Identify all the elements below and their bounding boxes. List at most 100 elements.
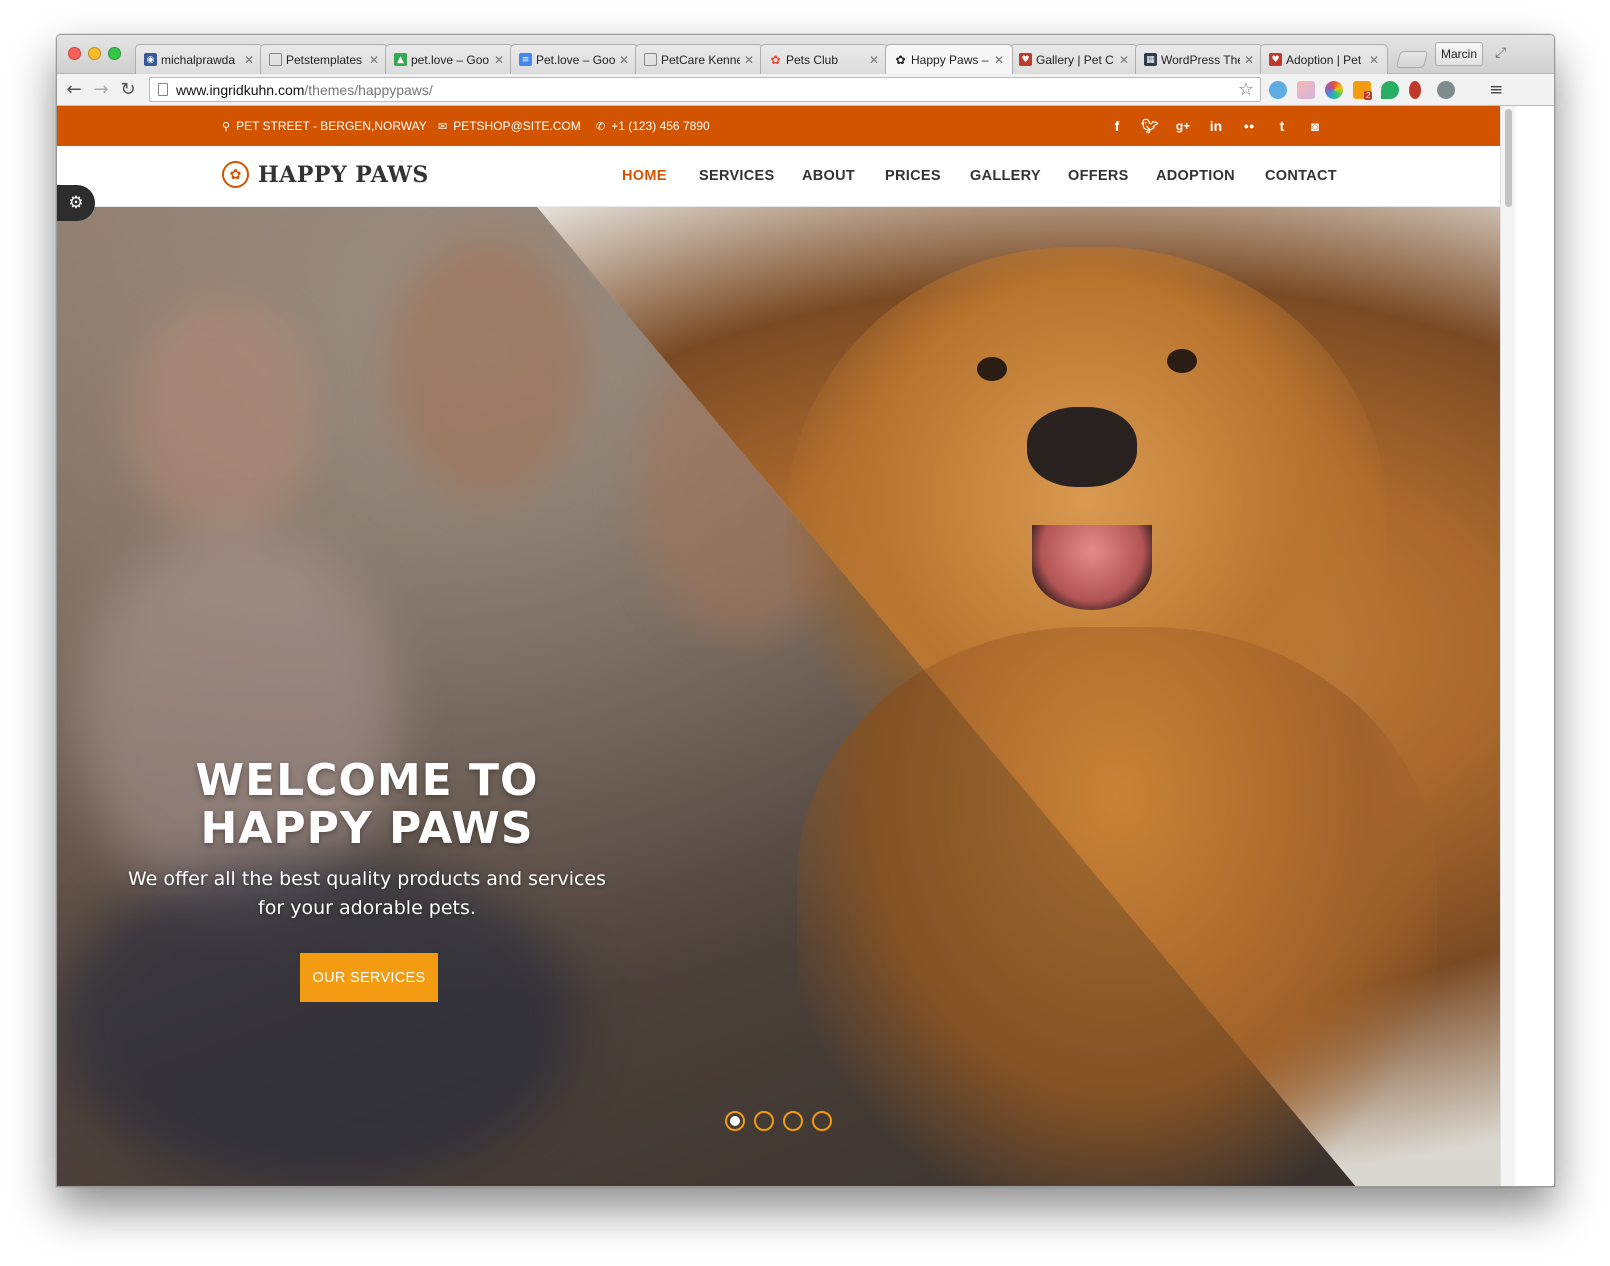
linkedin-icon[interactable]: in [1207,118,1225,134]
tab-title: PetCare Kenne [661,52,740,67]
reload-icon[interactable]: ↻ [117,78,139,100]
tab-title: michalprawda [161,52,236,67]
new-tab-button[interactable] [1395,51,1429,68]
extension-color-icon[interactable] [1297,81,1315,99]
slide-dot-2[interactable] [754,1111,774,1131]
tab-petstemplates[interactable]: Petstemplates ✕ [260,44,388,74]
tab-title: Gallery | Pet C [1036,52,1114,67]
nav-offers[interactable]: OFFERS [1068,168,1129,184]
page-scrollbar[interactable] [1500,106,1515,1186]
tab-title: Petstemplates [286,52,363,67]
settings-gear-icon[interactable]: ⚙ [57,185,95,221]
email-info[interactable]: ✉ PETSHOP@SITE.COM [438,119,581,133]
phone-info[interactable]: ✆ +1 (123) 456 7890 [596,119,710,133]
close-tab-icon[interactable]: ✕ [1369,53,1379,67]
url-host: www.ingridkuhn.com [176,81,305,98]
nav-adoption[interactable]: ADOPTION [1156,168,1235,184]
nav-prices[interactable]: PRICES [885,168,941,184]
close-window-button[interactable] [68,47,81,60]
hero-subtitle: We offer all the best quality products a… [97,865,637,923]
tumblr-icon[interactable]: t [1273,118,1291,134]
tab-michalprawda[interactable]: ◉ michalprawda ✕ [135,44,263,74]
heart-icon: ♥ [1019,53,1032,66]
dog-nose [1027,407,1137,487]
heart-icon: ♥ [1269,53,1282,66]
extension-pin-icon[interactable] [1409,81,1421,99]
envelope-icon: ✉ [438,120,448,133]
grid-icon: ▦ [1144,53,1157,66]
tab-title: pet.love – Goo [411,52,490,67]
instagram-icon[interactable]: ◙ [1306,118,1324,134]
tab-pets-club[interactable]: ✿ Pets Club ✕ [760,44,888,74]
dog-eye-right [1167,349,1197,373]
paw-icon: ✿ [770,52,781,67]
close-tab-icon[interactable]: ✕ [494,53,504,67]
tab-happy-paws[interactable]: ✿ Happy Paws – ✕ [885,44,1013,74]
phone-icon: ✆ [596,120,606,133]
extension-leaf-icon[interactable] [1381,81,1399,99]
close-tab-icon[interactable]: ✕ [244,53,254,67]
tab-strip: ◉ michalprawda ✕ Petstemplates ✕ ▲ pet.l… [57,35,1554,74]
nav-services[interactable]: SERVICES [699,168,774,184]
bookmark-star-icon[interactable]: ☆ [1238,79,1254,100]
map-marker-icon: ⚲ [222,120,231,133]
tab-title: Pets Club [786,52,839,67]
google-plus-icon[interactable]: g+ [1174,118,1192,134]
dog-eye-left [977,357,1007,381]
address-info: ⚲ PET STREET - BERGEN,NORWAY [222,119,427,133]
tab-title: WordPress The [1161,52,1240,67]
forward-arrow-icon[interactable]: → [90,78,112,100]
our-services-button[interactable]: OUR SERVICES [300,953,438,1002]
address-bar[interactable]: www.ingridkuhn.com/themes/happypaws/ ☆ [149,77,1261,102]
close-tab-icon[interactable]: ✕ [1244,53,1254,67]
close-tab-icon[interactable]: ✕ [619,53,629,67]
close-tab-icon[interactable]: ✕ [1119,53,1129,67]
logo-text: HAPPY PAWS [258,161,429,188]
nav-about[interactable]: ABOUT [802,168,855,184]
tab-wordpress-themes[interactable]: ▦ WordPress The ✕ [1135,44,1263,74]
tab-title: Pet.love – Goo [536,52,615,67]
slide-dot-3[interactable] [783,1111,803,1131]
hero-subtitle-line: for your adorable pets. [258,897,476,919]
tab-petcare-kennel[interactable]: PetCare Kenne ✕ [635,44,763,74]
tab-adoption[interactable]: ♥ Adoption | Pet ✕ [1260,44,1388,74]
browser-toolbar: ← → ↻ www.ingridkuhn.com/themes/happypaw… [57,74,1554,106]
facebook-icon[interactable]: f [1108,118,1126,134]
tab-gallery[interactable]: ♥ Gallery | Pet C ✕ [1010,44,1138,74]
close-tab-icon[interactable]: ✕ [744,53,754,67]
close-tab-icon[interactable]: ✕ [369,53,379,67]
nav-contact[interactable]: CONTACT [1265,168,1337,184]
docs-icon: ≡ [519,53,532,66]
drive-icon: ▲ [394,53,407,66]
close-tab-icon[interactable]: ✕ [869,53,879,67]
extension-gear-icon[interactable] [1437,81,1455,99]
extension-v-icon[interactable] [1269,81,1287,99]
flickr-icon[interactable]: ●● [1240,118,1258,134]
zoom-window-button[interactable] [108,47,121,60]
profile-button[interactable]: Marcin [1435,42,1483,66]
fullscreen-icon[interactable]: ⤢ [1495,45,1506,61]
nav-home[interactable]: HOME [622,168,667,184]
slide-dot-1[interactable] [725,1111,745,1131]
tab-pet-love-docs[interactable]: ≡ Pet.love – Goo ✕ [510,44,638,74]
site-logo[interactable]: ✿ HAPPY PAWS [222,161,429,188]
slide-dot-4[interactable] [812,1111,832,1131]
rss-badge: 2 [1364,91,1373,100]
extension-colorpicker-icon[interactable] [1325,81,1343,99]
page-icon [644,53,657,66]
scrollbar-thumb[interactable] [1505,109,1512,207]
hero-subtitle-line: We offer all the best quality products a… [127,868,607,890]
close-tab-icon[interactable]: ✕ [994,53,1004,67]
top-info-bar: ⚲ PET STREET - BERGEN,NORWAY ✉ PETSHOP@S… [57,106,1500,146]
dog-mouth [1032,525,1152,610]
nav-gallery[interactable]: GALLERY [970,168,1041,184]
phone-text: +1 (123) 456 7890 [611,119,710,133]
hero-slider: WELCOME TO HAPPY PAWS We offer all the b… [57,207,1500,1186]
tab-pet-love-drive[interactable]: ▲ pet.love – Goo ✕ [385,44,513,74]
back-arrow-icon[interactable]: ← [63,78,85,100]
minimize-window-button[interactable] [88,47,101,60]
twitter-icon[interactable]: 🐦︎ [1141,118,1159,134]
menu-icon[interactable]: ≡ [1489,80,1505,100]
paw-icon: ✿ [222,161,249,188]
hero-title: WELCOME TO HAPPY PAWS [132,757,602,853]
